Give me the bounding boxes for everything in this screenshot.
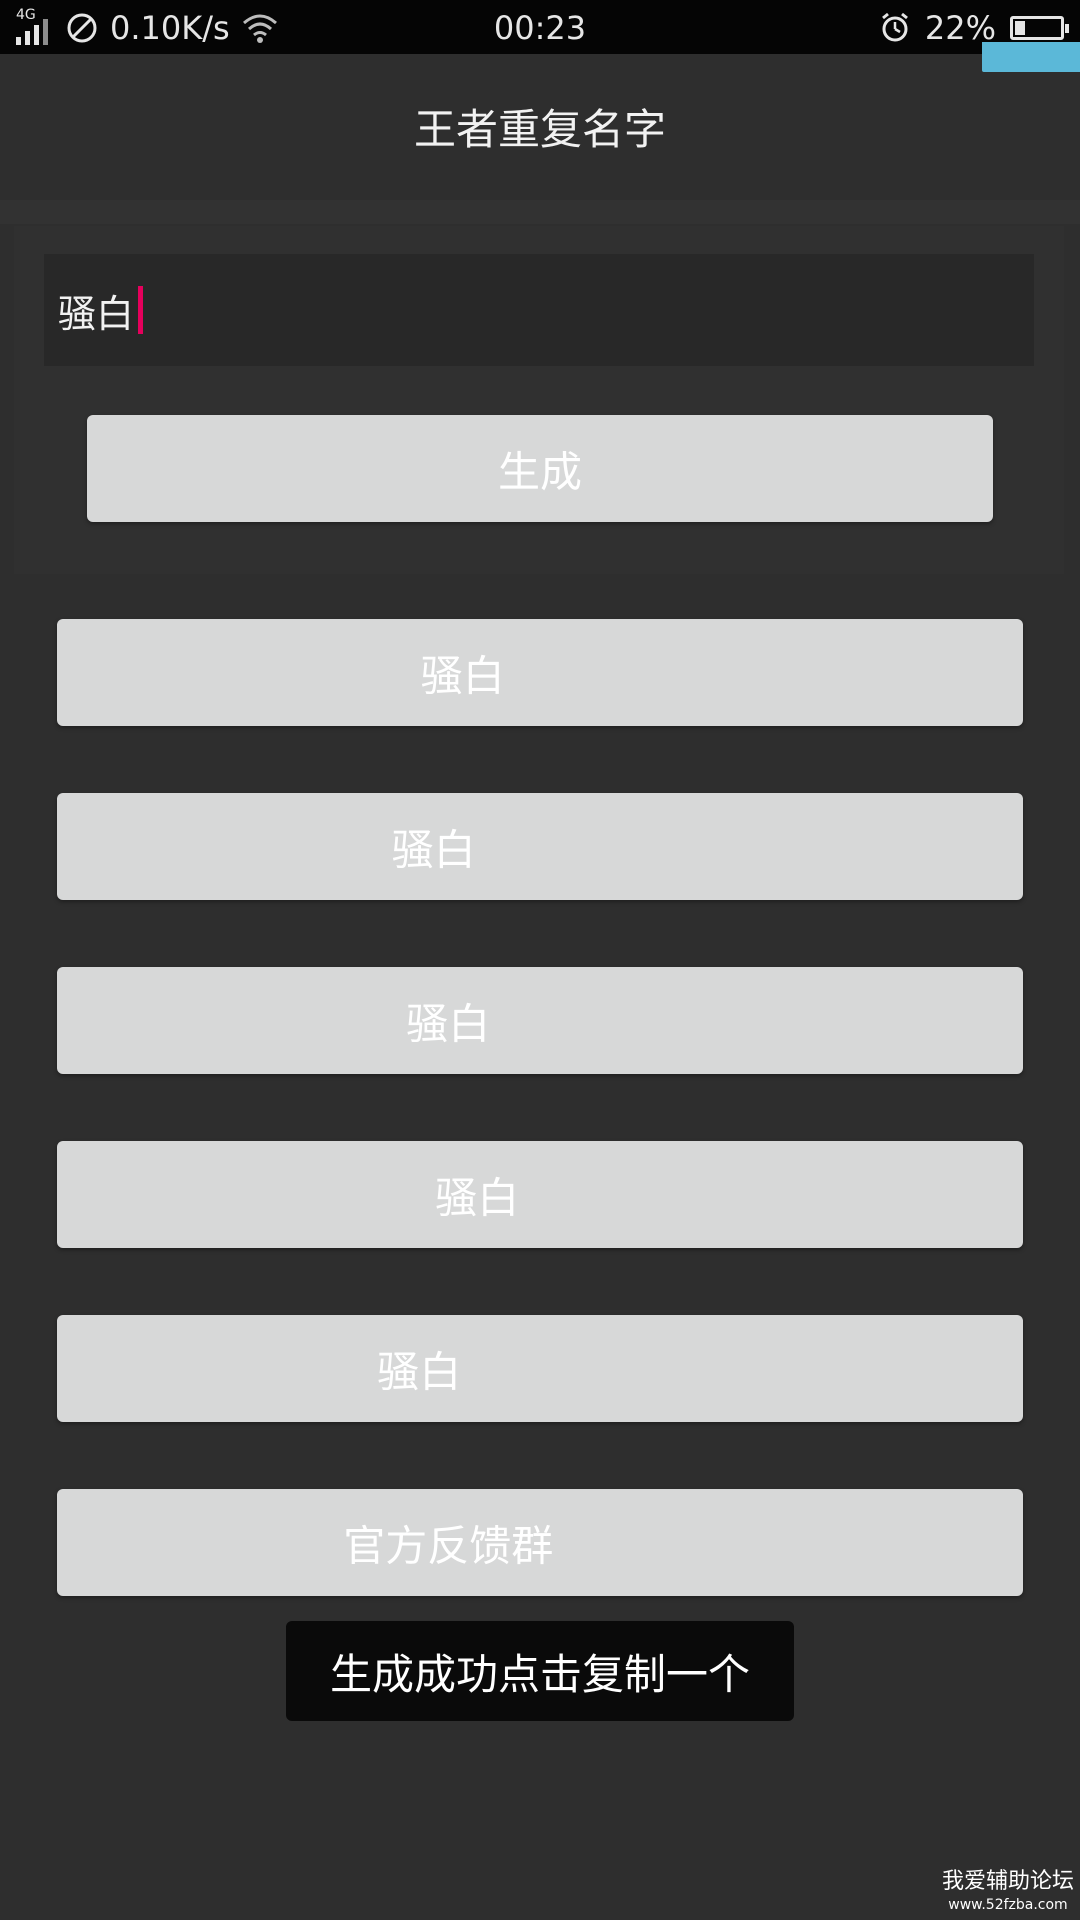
result-button-label: 骚白: [406, 999, 491, 1048]
result-button[interactable]: 骚白: [57, 1315, 1023, 1422]
text-cursor: [138, 286, 144, 334]
screen: 4G 0.10K/s 00:23 22% 王者重复名字 骚白 生成 骚白 骚白 …: [0, 0, 1080, 1920]
watermark-url: www.52fzba.com: [948, 1897, 1068, 1913]
status-bar: 4G 0.10K/s 00:23 22%: [0, 0, 1080, 54]
result-button-label: 骚白: [391, 825, 476, 874]
result-button[interactable]: 骚白: [57, 967, 1023, 1074]
name-input-value: 骚白: [58, 291, 135, 336]
generate-button-label: 生成: [497, 447, 583, 496]
corner-tag: [982, 42, 1080, 72]
page-title: 王者重复名字: [413, 105, 666, 154]
battery-level: [1015, 21, 1025, 35]
result-button[interactable]: 骚白: [57, 1141, 1023, 1248]
result-button[interactable]: 骚白: [57, 793, 1023, 900]
feedback-button-label: 官方反馈群: [343, 1521, 554, 1570]
battery-icon: [1010, 16, 1069, 40]
feedback-group-button[interactable]: 官方反馈群: [57, 1489, 1023, 1596]
result-button-label: 骚白: [420, 651, 505, 700]
watermark: 我爱辅助论坛 www.52fzba.com: [942, 1868, 1074, 1914]
result-button-label: 骚白: [435, 1173, 520, 1222]
result-button[interactable]: 骚白: [57, 619, 1023, 726]
watermark-title: 我爱辅助论坛: [941, 1869, 1074, 1894]
result-button-label: 骚白: [377, 1347, 462, 1396]
alarm-icon: [881, 12, 908, 42]
title-divider: [0, 200, 1080, 224]
generate-button[interactable]: 生成: [87, 415, 993, 522]
name-input[interactable]: 骚白: [44, 254, 1034, 366]
toast: 生成成功点击复制一个: [286, 1621, 794, 1721]
toast-message: 生成成功点击复制一个: [329, 1649, 750, 1699]
